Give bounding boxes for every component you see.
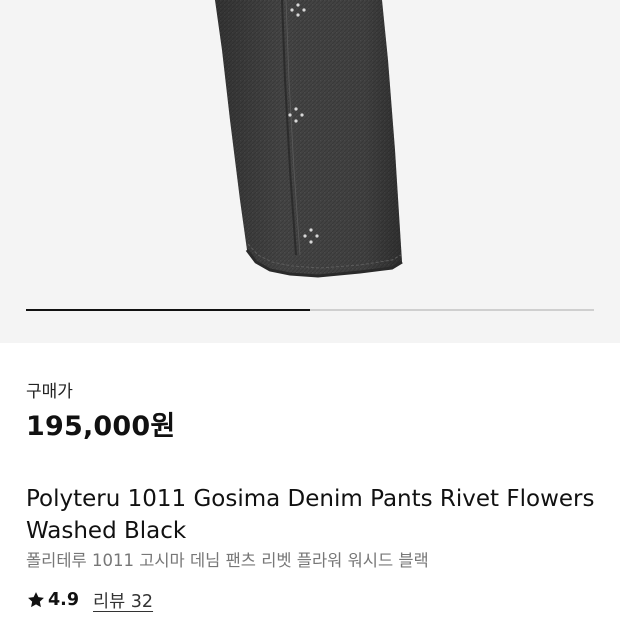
rating-row: 4.9 리뷰 32 — [26, 587, 153, 613]
gallery-progress-bar — [26, 309, 594, 311]
product-info: 구매가 195,000원 Polyteru 1011 Gosima Denim … — [0, 343, 620, 620]
star-icon — [28, 592, 44, 608]
rating-value: 4.9 — [48, 590, 80, 610]
product-title-en: Polyteru 1011 Gosima Denim Pants Rivet F… — [26, 486, 595, 544]
product-title-ko: 폴리테루 1011 고시마 데님 팬츠 리벳 플라워 워시드 블랙 — [26, 551, 429, 570]
gallery-progress-fill — [26, 309, 310, 311]
product-image-gallery[interactable] — [0, 0, 620, 343]
review-count-link[interactable]: 리뷰 32 — [93, 588, 153, 613]
price-value: 195,000원 — [26, 411, 176, 442]
product-image — [215, 0, 403, 278]
price-label: 구매가 — [26, 382, 73, 402]
